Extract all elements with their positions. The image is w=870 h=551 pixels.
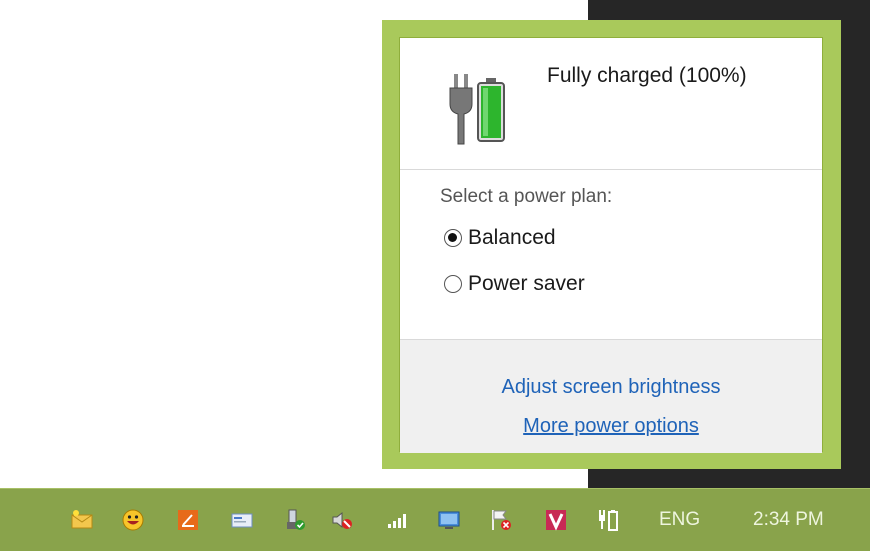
plan-option-label: Balanced [468, 226, 556, 249]
v-app-icon[interactable] [544, 508, 568, 532]
volume-muted-icon[interactable] [330, 508, 354, 532]
emoji-messenger-icon[interactable] [121, 508, 145, 532]
notes-icon[interactable] [176, 508, 200, 532]
power-battery-icon[interactable] [596, 508, 620, 532]
usb-device-icon[interactable] [282, 508, 306, 532]
plan-option-balanced[interactable]: Balanced [444, 226, 556, 250]
power-saver-radio[interactable] [444, 275, 462, 293]
more-power-options-link[interactable]: More power options [400, 415, 822, 438]
power-plan-label: Select a power plan: [440, 186, 613, 207]
action-center-flag-icon[interactable] [489, 508, 513, 532]
input-language-indicator[interactable]: ENG [659, 509, 700, 531]
adjust-brightness-link[interactable]: Adjust screen brightness [400, 376, 822, 399]
mail-notification-icon[interactable] [70, 508, 94, 532]
balanced-radio[interactable] [444, 229, 462, 247]
battery-plug-icon [449, 74, 505, 145]
taskbar-clock[interactable]: 2:34 PM [753, 509, 824, 531]
battery-status-row: Fully charged (100%) [400, 38, 822, 170]
network-signal-icon[interactable] [385, 508, 409, 532]
taskbar: ENG 2:34 PM [0, 488, 870, 551]
plan-option-label: Power saver [468, 272, 585, 295]
power-flyout: Fully charged (100%) Select a power plan… [382, 20, 841, 469]
power-plan-section: Select a power plan: Balanced Power save… [400, 170, 822, 338]
card-icon[interactable] [230, 508, 254, 532]
power-flyout-panel: Fully charged (100%) Select a power plan… [399, 37, 823, 453]
power-links-section: Adjust screen brightness More power opti… [400, 339, 822, 453]
display-icon[interactable] [437, 508, 461, 532]
battery-status-text: Fully charged (100%) [547, 64, 747, 87]
plan-option-power-saver[interactable]: Power saver [444, 272, 585, 296]
